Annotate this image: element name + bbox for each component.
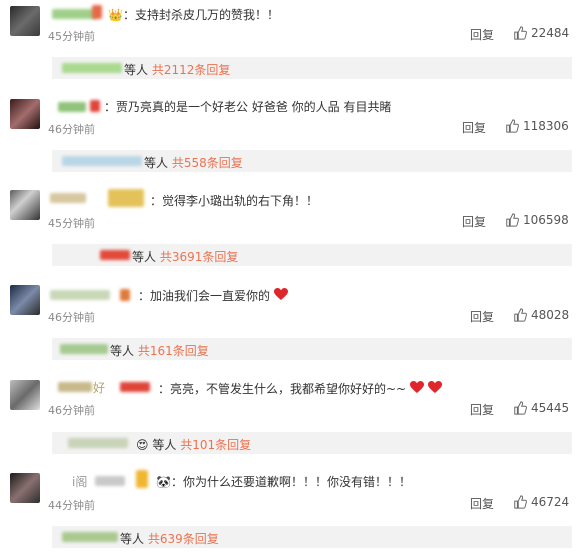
reply-summary[interactable]: 等人 共2112条回复 xyxy=(124,61,230,78)
like-button[interactable]: 46724 xyxy=(513,495,569,509)
panda-icon: 🐼 xyxy=(156,475,171,489)
user-badge xyxy=(90,100,100,112)
username-blurred[interactable] xyxy=(95,476,125,486)
like-count: 106598 xyxy=(523,213,569,227)
reply-summary-row[interactable]: 等人 共558条回复 xyxy=(52,150,572,172)
reply-summary[interactable]: 😍 等人 共101条回复 xyxy=(136,436,251,453)
thumbs-up-icon xyxy=(514,495,527,509)
username-blurred[interactable] xyxy=(50,193,86,203)
comment-item: ：加油我们会一直爱你的 46分钟前 回复 48028 等人 共161条回复 xyxy=(0,279,578,372)
reply-users-blurred xyxy=(60,344,108,354)
reply-button[interactable]: 回复 xyxy=(462,119,486,136)
reply-users-blurred xyxy=(68,438,128,448)
comment-time: 46分钟前 xyxy=(48,404,95,417)
user-badge xyxy=(120,382,150,392)
thumbs-up-icon xyxy=(514,26,527,40)
comment-time: 46分钟前 xyxy=(48,311,95,324)
reply-summary[interactable]: 等人 共3691条回复 xyxy=(132,248,238,265)
like-count: 45445 xyxy=(531,401,570,415)
comment-text: 🐼：你为什么还要道歉啊！！！你没有错！！！ xyxy=(156,475,411,489)
comment-item: 👑：支持封杀皮几万的赞我！！ 45分钟前 回复 22484 等人 共2112条回… xyxy=(0,0,578,93)
avatar[interactable] xyxy=(10,473,40,503)
heart-icon xyxy=(409,381,424,393)
crown-icon: 👑 xyxy=(108,8,123,22)
avatar[interactable] xyxy=(10,99,40,129)
reply-summary-row[interactable]: 等人 共161条回复 xyxy=(52,338,572,360)
reply-users-blurred xyxy=(62,63,122,73)
username-fragment[interactable]: 好 xyxy=(93,379,105,396)
reply-button[interactable]: 回复 xyxy=(470,401,494,418)
reply-summary-row[interactable]: 等人 共3691条回复 xyxy=(52,244,572,266)
reply-summary-row[interactable]: 😍 等人 共101条回复 xyxy=(52,432,572,454)
avatar[interactable] xyxy=(10,380,40,410)
comment-text: ：觉得李小璐出轨的右下角！！ xyxy=(150,194,319,208)
user-badge xyxy=(92,5,102,19)
reply-summary[interactable]: 等人 共161条回复 xyxy=(110,342,209,359)
comment-time: 45分钟前 xyxy=(48,30,95,43)
user-badge xyxy=(136,470,148,488)
username-blurred[interactable] xyxy=(50,290,110,300)
thumbs-up-icon xyxy=(506,213,519,227)
reply-button[interactable]: 回复 xyxy=(470,495,494,512)
reply-summary[interactable]: 等人 共639条回复 xyxy=(120,530,219,547)
username-blurred[interactable] xyxy=(58,382,92,392)
like-count: 48028 xyxy=(531,308,570,322)
reply-button[interactable]: 回复 xyxy=(470,26,494,43)
heart-icon xyxy=(427,381,442,393)
user-badge xyxy=(108,189,144,207)
username-blurred[interactable] xyxy=(52,9,97,19)
comment-text: ：贾乃亮真的是一个好老公 好爸爸 你的人品 有目共睹 xyxy=(104,100,392,114)
thumbs-up-icon xyxy=(506,119,519,133)
comment-item: ：贾乃亮真的是一个好老公 好爸爸 你的人品 有目共睹 46分钟前 回复 1183… xyxy=(0,93,578,186)
username-fragment[interactable]: i阁 xyxy=(72,473,87,490)
reply-users-blurred xyxy=(100,250,130,260)
reply-summary[interactable]: 等人 共558条回复 xyxy=(144,154,243,171)
like-button[interactable]: 45445 xyxy=(513,401,569,415)
avatar[interactable] xyxy=(10,190,40,220)
thumbs-up-icon xyxy=(514,308,527,322)
reply-summary-row[interactable]: 等人 共639条回复 xyxy=(52,526,572,548)
like-button[interactable]: 106598 xyxy=(505,213,569,227)
like-count: 46724 xyxy=(531,495,570,509)
comment-text: ：加油我们会一直爱你的 xyxy=(138,287,288,304)
like-button[interactable]: 118306 xyxy=(505,119,569,133)
comment-text: 👑：支持封杀皮几万的赞我！！ xyxy=(108,8,279,22)
like-count: 118306 xyxy=(523,119,569,133)
comment-item: 好 ：亮亮，不管发生什么，我都希望你好好的~~ 46分钟前 回复 45445 😍… xyxy=(0,372,578,465)
user-badge xyxy=(120,289,130,301)
face-emoji-icon: 😍 xyxy=(136,438,149,452)
comment-time: 46分钟前 xyxy=(48,123,95,136)
avatar[interactable] xyxy=(10,285,40,315)
username-blurred[interactable] xyxy=(58,102,86,112)
comment-item: ：觉得李小璐出轨的右下角！！ 45分钟前 回复 106598 等人 共3691条… xyxy=(0,186,578,279)
reply-users-blurred xyxy=(62,532,118,542)
like-button[interactable]: 48028 xyxy=(513,308,569,322)
reply-button[interactable]: 回复 xyxy=(462,213,486,230)
reply-users-blurred xyxy=(62,156,142,166)
comment-item: i阁 🐼：你为什么还要道歉啊！！！你没有错！！！ 44分钟前 回复 46724 … xyxy=(0,465,578,558)
comment-time: 44分钟前 xyxy=(48,499,95,512)
like-count: 22484 xyxy=(531,26,570,40)
heart-icon xyxy=(273,288,288,300)
reply-summary-row[interactable]: 等人 共2112条回复 xyxy=(52,57,572,79)
comment-time: 45分钟前 xyxy=(48,217,95,230)
avatar[interactable] xyxy=(10,6,40,36)
like-button[interactable]: 22484 xyxy=(513,26,569,40)
comment-text: ：亮亮，不管发生什么，我都希望你好好的~~ xyxy=(158,380,442,397)
thumbs-up-icon xyxy=(514,401,527,415)
reply-button[interactable]: 回复 xyxy=(470,308,494,325)
